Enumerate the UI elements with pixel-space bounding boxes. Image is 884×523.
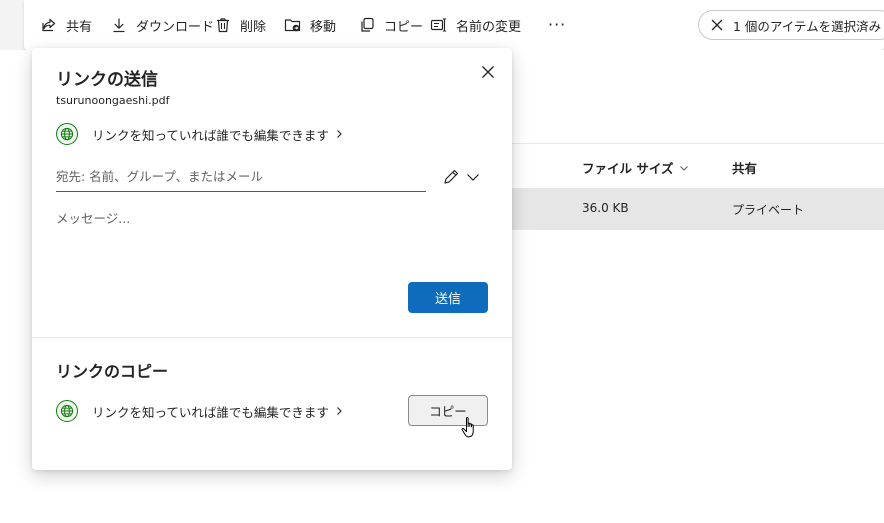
send-button[interactable]: 送信 bbox=[408, 282, 488, 313]
link-permission-label: リンクを知っていれば誰でも編集できます bbox=[92, 127, 329, 143]
command-bar: 共有 ダウンロード 削除 移動 コピー 名前の変更 ··· 1 個のアイテムを選… bbox=[24, 0, 884, 50]
permission-dropdown[interactable] bbox=[442, 166, 486, 188]
file-size-cell: 36.0 KB bbox=[582, 201, 629, 215]
list-header: ファイル サイズ 共有 bbox=[512, 143, 884, 188]
rename-icon bbox=[430, 16, 448, 34]
chevron-right-icon bbox=[335, 406, 343, 416]
move-button[interactable]: 移動 bbox=[284, 15, 336, 35]
link-settings-button[interactable]: リンクを知っていれば誰でも編集できます bbox=[56, 121, 343, 147]
dialog-title: リンクの送信 bbox=[56, 70, 158, 90]
download-button[interactable]: ダウンロード bbox=[110, 15, 214, 35]
column-header-label: 共有 bbox=[732, 161, 758, 176]
column-header-sharing[interactable]: 共有 bbox=[732, 158, 757, 177]
selection-status-pill[interactable]: 1 個のアイテムを選択済み bbox=[698, 10, 884, 40]
dialog-filename: tsurunoongaeshi.pdf bbox=[56, 94, 170, 107]
chevron-down-icon bbox=[679, 164, 689, 172]
column-header-file-size[interactable]: ファイル サイズ bbox=[582, 158, 689, 177]
globe-icon bbox=[56, 123, 78, 145]
copy-link-title: リンクのコピー bbox=[56, 362, 169, 381]
trash-icon bbox=[214, 16, 232, 34]
move-label: 移動 bbox=[310, 19, 337, 35]
share-label: 共有 bbox=[66, 19, 93, 35]
section-divider bbox=[32, 337, 512, 338]
delete-button[interactable]: 削除 bbox=[214, 15, 266, 35]
copy-link-settings-button[interactable]: リンクを知っていれば誰でも編集できます bbox=[56, 398, 343, 424]
pencil-icon bbox=[442, 168, 460, 186]
more-actions-button[interactable]: ··· bbox=[548, 14, 566, 34]
share-button[interactable]: 共有 bbox=[40, 15, 92, 35]
close-dialog-button[interactable] bbox=[477, 61, 499, 83]
column-header-label: ファイル サイズ bbox=[582, 161, 674, 176]
chevron-right-icon bbox=[335, 129, 343, 139]
close-icon[interactable] bbox=[710, 18, 724, 32]
share-icon bbox=[40, 16, 58, 34]
copy-link-permission-label: リンクを知っていれば誰でも編集できます bbox=[92, 404, 329, 420]
rename-button[interactable]: 名前の変更 bbox=[430, 15, 521, 35]
chevron-down-icon bbox=[466, 172, 480, 182]
copy-to-label: コピー bbox=[384, 19, 424, 35]
delete-label: 削除 bbox=[240, 19, 267, 35]
copy-icon bbox=[358, 16, 376, 34]
rename-label: 名前の変更 bbox=[456, 19, 522, 35]
copy-link-button[interactable]: コピー bbox=[408, 395, 488, 426]
sharing-cell: プライベート bbox=[732, 203, 805, 217]
more-label: ··· bbox=[548, 14, 567, 34]
download-icon bbox=[110, 16, 128, 34]
globe-icon bbox=[56, 400, 78, 422]
download-label: ダウンロード bbox=[136, 19, 215, 35]
copy-to-button[interactable]: コピー bbox=[358, 15, 423, 35]
send-link-dialog: リンクの送信 tsurunoongaeshi.pdf リンクを知っていれば誰でも… bbox=[32, 48, 512, 470]
selection-count-label: 1 個のアイテムを選択済み bbox=[733, 18, 882, 34]
recipient-input[interactable] bbox=[56, 162, 426, 192]
close-icon bbox=[481, 65, 495, 79]
table-row[interactable]: 36.0 KB プライベート bbox=[512, 188, 884, 230]
move-folder-icon bbox=[284, 16, 302, 34]
message-input[interactable] bbox=[56, 208, 476, 268]
